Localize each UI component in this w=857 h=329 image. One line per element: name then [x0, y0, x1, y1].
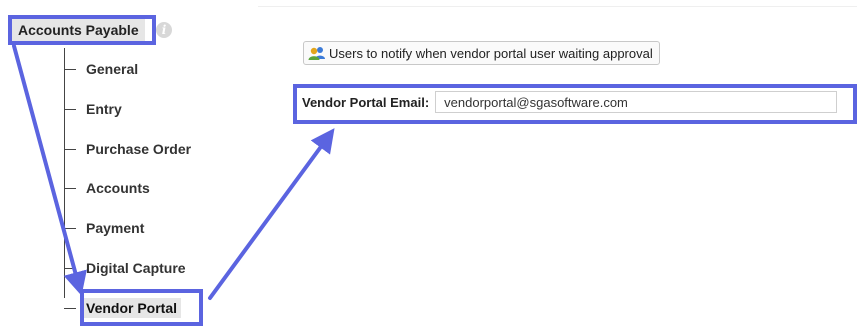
arrow-vendor-portal-to-email: [208, 128, 335, 300]
vendor-portal-email-label: Vendor Portal Email:: [302, 94, 430, 110]
tree-item-label: General: [86, 61, 139, 77]
tree-branch-tick: [64, 108, 76, 110]
tree-branch-tick: [64, 148, 76, 150]
tree-branch-tick: [64, 267, 76, 269]
tree-branch-tick: [64, 187, 76, 189]
tree-item-purchase-order[interactable]: Purchase Order: [64, 137, 191, 161]
users-to-notify-label: Users to notify when vendor portal user …: [329, 45, 653, 61]
settings-screen: Accounts Payable i General Entry Purchas…: [0, 0, 857, 329]
info-icon[interactable]: i: [156, 22, 172, 38]
tree-root-accounts-payable[interactable]: Accounts Payable: [12, 18, 145, 42]
tree-item-accounts[interactable]: Accounts: [64, 176, 150, 200]
arrow-root-to-vendor-portal: [12, 44, 87, 296]
tree-branch-tick: [64, 307, 76, 309]
tree-root-label: Accounts Payable: [18, 22, 139, 38]
users-to-notify-button[interactable]: Users to notify when vendor portal user …: [303, 41, 660, 65]
tree-item-label: Vendor Portal: [82, 298, 182, 318]
tree-item-label: Purchase Order: [86, 141, 192, 157]
tree-branch-tick: [64, 227, 76, 229]
tree-item-label: Accounts: [86, 180, 150, 196]
vendor-portal-email-input[interactable]: [435, 91, 838, 113]
tree-branch-tick: [64, 68, 76, 70]
tree-item-vendor-portal[interactable]: Vendor Portal: [64, 296, 182, 320]
tree-item-entry[interactable]: Entry: [64, 97, 122, 121]
tree-item-payment[interactable]: Payment: [64, 216, 144, 240]
panel-top-divider: [258, 6, 857, 7]
tree-item-general[interactable]: General: [64, 57, 138, 81]
tree-item-label: Payment: [86, 220, 145, 236]
users-icon: [308, 47, 325, 60]
tree-item-label: Digital Capture: [86, 260, 186, 276]
tree-item-label: Entry: [86, 101, 122, 117]
tree-item-digital-capture[interactable]: Digital Capture: [64, 256, 186, 280]
vendor-portal-email-row: Vendor Portal Email:: [302, 90, 838, 114]
